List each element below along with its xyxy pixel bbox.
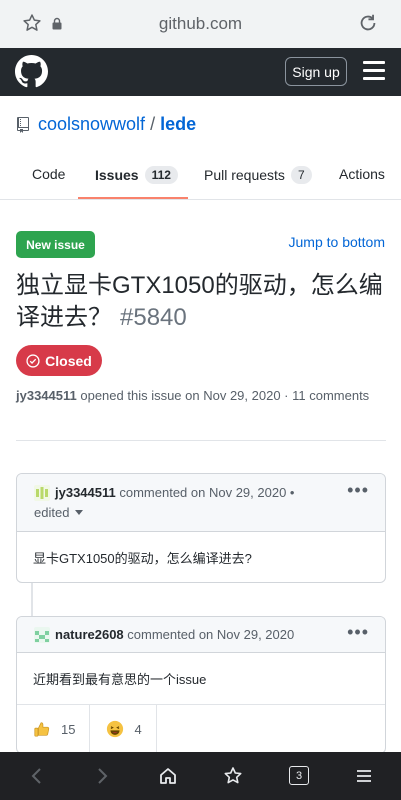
- comment-card: jy3344511 commented on Nov 29, 2020 • ed…: [16, 473, 386, 583]
- tab-label: Code: [32, 166, 66, 182]
- comment-body: 显卡GTX1050的驱动，怎么编译进去?: [33, 550, 252, 566]
- url-text[interactable]: github.com: [0, 14, 401, 34]
- back-arrow-icon[interactable]: [27, 766, 47, 786]
- comment-header: jy3344511 commented on Nov 29, 2020 • ed…: [17, 474, 385, 532]
- forward-arrow-icon[interactable]: [92, 766, 112, 786]
- closed-status-badge: Closed: [16, 345, 102, 376]
- edited-label: edited: [34, 505, 70, 520]
- comment-author-line: jy3344511 commented on Nov 29, 2020 •: [55, 485, 294, 500]
- more-options-icon[interactable]: •••: [347, 622, 369, 643]
- reload-icon[interactable]: [357, 12, 379, 34]
- comment-body: 近期看到最有意思的一个issue: [17, 653, 385, 705]
- browser-address-bar: github.com: [0, 0, 401, 48]
- tab-issues[interactable]: Issues 112: [95, 166, 178, 184]
- tab-actions[interactable]: Actions: [339, 166, 385, 182]
- repo-name-link[interactable]: lede: [160, 114, 196, 135]
- repo-breadcrumb: coolsnowwolf / lede: [16, 114, 196, 135]
- issue-title: 独立显卡GTX1050的驱动，怎么编译进去？ #5840: [16, 270, 391, 334]
- reaction-laugh[interactable]: 4: [90, 705, 157, 753]
- sign-up-button[interactable]: Sign up: [285, 57, 347, 86]
- home-icon[interactable]: [158, 766, 178, 786]
- repo-owner-link[interactable]: coolsnowwolf: [38, 114, 145, 135]
- avatar[interactable]: [34, 485, 50, 501]
- comment-meta: commented on Nov 29, 2020 •: [119, 485, 295, 500]
- github-logo-icon[interactable]: [15, 55, 48, 88]
- tab-pull-requests[interactable]: Pull requests 7: [204, 166, 312, 184]
- reaction-count: 15: [61, 721, 76, 737]
- tab-label: Actions: [339, 166, 385, 182]
- reaction-thumbs-up[interactable]: 15: [17, 705, 91, 753]
- bookmarks-star-icon[interactable]: [223, 766, 243, 786]
- issue-meta: jy3344511 opened this issue on Nov 29, 2…: [16, 385, 391, 406]
- repo-separator: /: [150, 114, 156, 134]
- comment-card: nature2608 commented on Nov 29, 2020 •••…: [16, 616, 386, 754]
- issue-title-text: 独立显卡GTX1050的驱动，怎么编译进去？: [16, 272, 383, 331]
- active-tab-indicator: [78, 197, 188, 199]
- repo-tabs: Code Issues 112 Pull requests 7 Actions: [0, 152, 401, 200]
- issues-count-badge: 112: [144, 166, 178, 184]
- comment-header: nature2608 commented on Nov 29, 2020 •••: [17, 617, 385, 653]
- tab-count: 3: [295, 769, 303, 782]
- reactions-bar: 15 4: [17, 705, 385, 753]
- jump-to-bottom-link[interactable]: Jump to bottom: [289, 234, 386, 250]
- comment-author-link[interactable]: jy3344511: [55, 485, 116, 500]
- tab-label: Issues: [95, 167, 139, 183]
- thumbs-up-icon: [34, 722, 50, 737]
- comment-meta: commented on Nov 29, 2020: [127, 627, 295, 642]
- tabs-count-button[interactable]: 3: [289, 766, 309, 785]
- pull-requests-count-badge: 7: [290, 166, 312, 184]
- tab-code[interactable]: Code: [32, 166, 65, 182]
- tab-label: Pull requests: [204, 167, 285, 183]
- browser-bottom-toolbar: 3: [0, 752, 401, 800]
- closed-issue-icon: [26, 353, 40, 368]
- menu-icon[interactable]: [363, 61, 385, 81]
- more-options-icon[interactable]: •••: [347, 480, 369, 501]
- laugh-emoji-icon: [107, 720, 124, 738]
- comment-author-line: nature2608 commented on Nov 29, 2020: [55, 627, 294, 642]
- repo-icon: [17, 116, 29, 133]
- comment-author-link[interactable]: nature2608: [55, 627, 124, 642]
- issue-number: #5840: [120, 304, 187, 331]
- issue-meta-text: opened this issue on Nov 29, 2020 · 11 c…: [80, 388, 370, 403]
- edited-dropdown[interactable]: edited: [34, 505, 84, 520]
- divider: [16, 440, 386, 441]
- status-label: Closed: [45, 352, 92, 369]
- avatar[interactable]: [34, 627, 50, 643]
- caret-down-icon: [75, 510, 84, 515]
- issue-author-link[interactable]: jy3344511: [16, 388, 77, 403]
- new-issue-button[interactable]: New issue: [16, 231, 95, 258]
- reaction-count: 4: [134, 721, 142, 737]
- menu-lines-icon[interactable]: [354, 766, 374, 786]
- github-header: Sign up: [0, 48, 401, 96]
